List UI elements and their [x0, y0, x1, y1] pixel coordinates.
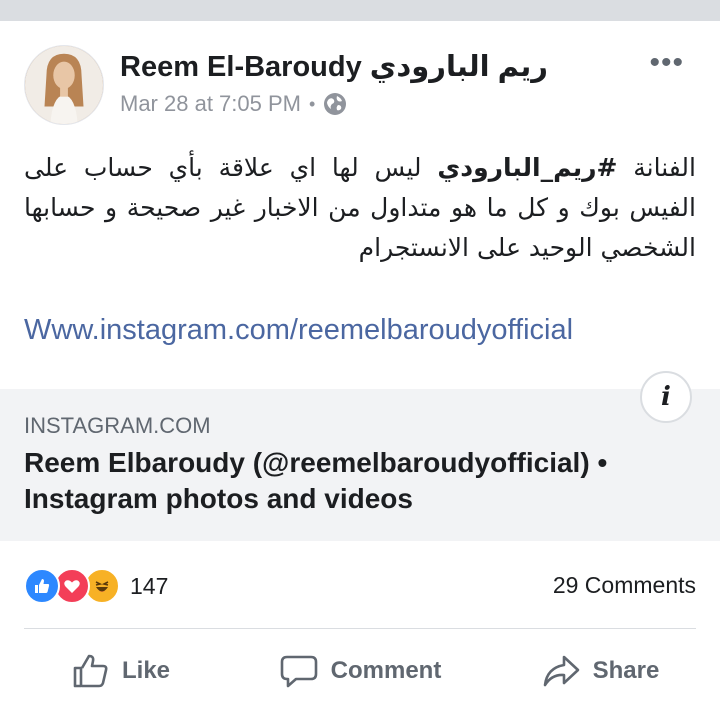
like-button[interactable]: Like — [0, 638, 240, 704]
post-text-prefix: الفنانة — [617, 153, 696, 182]
avatar-photo — [25, 46, 103, 124]
like-reaction-icon — [24, 568, 60, 604]
comment-label: Comment — [330, 657, 442, 684]
comment-icon — [280, 655, 317, 688]
instagram-link[interactable]: Www.instagram.com/reemelbaroudyofficial — [24, 314, 573, 347]
divider — [24, 628, 696, 629]
feed-separator — [0, 0, 720, 21]
author-name[interactable]: Reem El-Baroudy ريم البارودي — [120, 49, 548, 84]
reaction-summary[interactable]: 147 — [24, 568, 168, 604]
hashtag-link[interactable]: #ريم_البارودي — [437, 153, 617, 182]
thumbs-up-icon — [73, 654, 108, 688]
globe-icon — [324, 93, 347, 115]
share-icon — [543, 655, 579, 687]
reaction-count: 147 — [130, 572, 169, 599]
post-meta: Mar 28 at 7:05 PM • — [120, 91, 347, 117]
meta-separator: • — [308, 93, 316, 114]
share-label: Share — [592, 657, 660, 684]
post-header: Reem El-Baroudy ريم البارودي Mar 28 at 7… — [0, 21, 720, 139]
like-label: Like — [121, 657, 171, 684]
info-icon[interactable]: i — [640, 371, 692, 423]
avatar[interactable] — [24, 45, 104, 125]
share-button[interactable]: Share — [480, 638, 720, 704]
preview-domain: INSTAGRAM.COM — [24, 413, 211, 438]
preview-title[interactable]: Reem Elbaroudy (@reemelbaroudyofficial) … — [24, 445, 684, 517]
more-options-button[interactable]: ••• — [649, 48, 684, 78]
action-bar: Like Comment Share — [0, 638, 720, 704]
comment-button[interactable]: Comment — [240, 638, 480, 704]
link-preview-card[interactable]: INSTAGRAM.COM Reem Elbaroudy (@reemelbar… — [0, 389, 720, 541]
post-timestamp[interactable]: Mar 28 at 7:05 PM — [120, 91, 301, 117]
comments-count[interactable]: 29 Comments — [553, 572, 696, 599]
post-text: الفنانة #ريم_البارودي ليس لها اي علاقة ب… — [24, 148, 696, 268]
